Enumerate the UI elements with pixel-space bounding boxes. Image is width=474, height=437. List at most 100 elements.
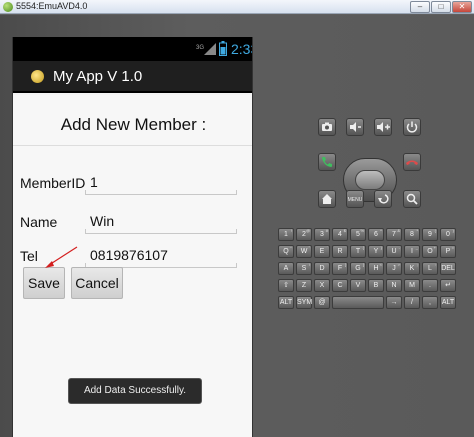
key-1-6[interactable]: 6 ^ <box>368 228 384 241</box>
key-3-7[interactable]: J > <box>386 262 402 275</box>
key-alt-label: - <box>398 245 400 250</box>
member-id-input[interactable]: 1 <box>85 173 237 195</box>
key-5-3[interactable]: @ <box>314 296 330 309</box>
key-4-7[interactable]: N <box>386 279 402 292</box>
key-3-9[interactable]: L: <box>422 262 438 275</box>
maximize-button[interactable]: □ <box>431 1 451 13</box>
key-2-6[interactable]: Y} <box>368 245 384 258</box>
key-5-7[interactable]: , <box>422 296 438 309</box>
key-4-2[interactable]: Z <box>296 279 312 292</box>
key-4-9[interactable]: . <box>422 279 438 292</box>
key-1-8[interactable]: 8 * <box>404 228 420 241</box>
key-3-5[interactable]: G] <box>350 262 366 275</box>
key-label: D <box>319 265 325 272</box>
key-4-1[interactable]: ⇧ <box>278 279 294 292</box>
name-input[interactable]: Win <box>85 212 237 234</box>
camera-icon <box>322 122 332 131</box>
tel-input[interactable]: 0819876107 <box>85 246 237 268</box>
key-alt-label: > <box>397 262 400 267</box>
power-button[interactable] <box>403 118 421 136</box>
key-3-4[interactable]: F[ <box>332 262 348 275</box>
volume-up-button[interactable] <box>374 118 392 136</box>
call-button[interactable] <box>318 153 336 171</box>
key-label: H <box>373 265 379 272</box>
key-4-5[interactable]: V <box>350 279 366 292</box>
key-1-9[interactable]: 9( <box>422 228 438 241</box>
key-3-3[interactable]: D <box>314 262 330 275</box>
key-label: O <box>427 248 433 255</box>
search-button[interactable] <box>403 190 421 208</box>
key-label: 3 <box>320 231 324 238</box>
key-4-3[interactable]: X <box>314 279 330 292</box>
minimize-button[interactable]: – <box>410 1 430 13</box>
key-label: SYM <box>297 299 313 306</box>
key-5-4[interactable] <box>332 296 384 309</box>
key-4-8[interactable]: M <box>404 279 420 292</box>
key-2-2[interactable]: W " <box>296 245 312 258</box>
key-1-4[interactable]: 4 $ <box>332 228 348 241</box>
key-1-1[interactable]: 1! <box>278 228 294 241</box>
key-2-5[interactable]: T{ <box>350 245 366 258</box>
key-alt-label: : <box>434 262 436 267</box>
key-4-10[interactable]: ↵ <box>440 279 456 292</box>
key-label: ALT <box>279 299 293 306</box>
key-5-8[interactable]: ALT <box>440 296 456 309</box>
key-label: ↵ <box>445 282 451 289</box>
emulator-app-icon <box>3 2 13 12</box>
key-alt-label: ! <box>290 228 292 233</box>
key-alt-label: ; <box>416 262 418 267</box>
key-label: 0 <box>446 231 450 238</box>
back-button[interactable] <box>374 190 392 208</box>
key-4-4[interactable]: C <box>332 279 348 292</box>
key-5-2[interactable]: SYM <box>296 296 312 309</box>
key-1-7[interactable]: 7 & <box>386 228 402 241</box>
key-2-8[interactable]: I _ <box>404 245 420 258</box>
key-label: E <box>319 248 325 255</box>
signal-icon: 3G <box>196 43 216 55</box>
phone-call-icon <box>322 157 332 167</box>
key-2-7[interactable]: U- <box>386 245 402 258</box>
key-3-1[interactable]: A <box>278 262 294 275</box>
close-button[interactable]: ✕ <box>452 1 472 13</box>
key-alt-label: = <box>451 245 454 250</box>
key-3-6[interactable]: H < <box>368 262 384 275</box>
key-label: B <box>373 282 379 289</box>
key-3-2[interactable]: S \ <box>296 262 312 275</box>
menu-button[interactable]: MENU <box>346 190 364 208</box>
key-4-6[interactable]: B <box>368 279 384 292</box>
key-label: T <box>355 248 361 255</box>
key-alt-label: @ <box>305 228 310 233</box>
key-label: I <box>411 248 413 255</box>
key-label: . <box>429 282 431 289</box>
camera-button[interactable] <box>318 118 336 136</box>
key-1-3[interactable]: 3 # <box>314 228 330 241</box>
key-label: ALT <box>441 299 455 306</box>
home-button[interactable] <box>318 190 336 208</box>
key-label: F <box>337 265 343 272</box>
name-label: Name <box>20 214 58 230</box>
key-3-10[interactable]: DEL <box>440 262 456 275</box>
key-1-10[interactable]: 0) <box>440 228 456 241</box>
key-alt-label: ( <box>434 228 436 233</box>
key-alt-label: ~ <box>289 245 292 250</box>
key-2-1[interactable]: Q ~ <box>278 245 294 258</box>
key-label: C <box>337 282 343 289</box>
device-screen: 3G 2:33 My App V 1.0 Add New Member : Me… <box>12 37 253 437</box>
phone-end-icon <box>406 160 418 165</box>
dpad-center-button[interactable] <box>355 170 385 190</box>
key-2-4[interactable]: R <box>332 245 348 258</box>
key-1-2[interactable]: 2 @ <box>296 228 312 241</box>
end-call-button[interactable] <box>403 153 421 171</box>
key-5-1[interactable]: ALT <box>278 296 294 309</box>
key-2-3[interactable]: E ´ <box>314 245 330 258</box>
volume-down-button[interactable] <box>346 118 364 136</box>
key-5-5[interactable]: → <box>386 296 402 309</box>
key-3-8[interactable]: K; <box>404 262 420 275</box>
key-2-10[interactable]: P = <box>440 245 456 258</box>
key-alt-label: [ <box>344 262 346 267</box>
key-5-6[interactable]: / <box>404 296 420 309</box>
key-1-5[interactable]: 5% <box>350 228 366 241</box>
key-alt-label: ) <box>452 228 454 233</box>
key-2-9[interactable]: O + <box>422 245 438 258</box>
key-alt-label: { <box>362 245 364 250</box>
